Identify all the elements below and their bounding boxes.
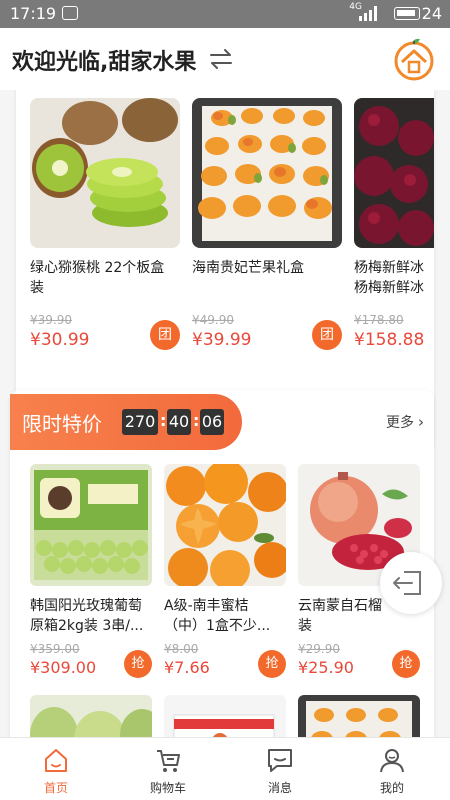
product-name-line1: A级-南丰蜜桔 xyxy=(164,598,249,614)
original-price: ¥359.00 xyxy=(30,642,80,656)
exit-icon xyxy=(393,571,421,595)
tab-messages[interactable]: 消息 xyxy=(224,738,336,800)
product-name-line1: 韩国阳光玫瑰葡萄 xyxy=(30,598,142,614)
signal-icon xyxy=(359,6,377,21)
grab-button[interactable]: 抢 xyxy=(124,650,152,678)
switch-store-icon[interactable] xyxy=(208,46,234,72)
grab-button[interactable]: 抢 xyxy=(258,650,286,678)
tab-label: 购物车 xyxy=(149,781,186,795)
sale-price: ¥309.00 xyxy=(30,658,97,677)
sale-price: ¥158.88 xyxy=(354,330,425,350)
tab-profile[interactable]: 我的 xyxy=(336,738,448,800)
product-image[interactable] xyxy=(30,98,180,248)
floating-exit-button[interactable] xyxy=(380,552,442,614)
group-buy-product[interactable]: 海南贵妃芒果礼盒 ¥49.90 ¥39.99 团 xyxy=(192,98,342,350)
store-logo-icon[interactable] xyxy=(390,34,438,82)
product-image[interactable] xyxy=(298,695,420,737)
sale-price: ¥25.90 xyxy=(298,658,354,677)
product-image[interactable] xyxy=(164,695,286,737)
product-name-line2: （中）1盒不少... xyxy=(164,618,271,634)
sale-price: ¥7.66 xyxy=(164,658,210,677)
tab-label: 我的 xyxy=(379,781,404,795)
more-label: 更多 xyxy=(386,415,414,431)
group-buy-button[interactable]: 团 xyxy=(150,320,180,350)
product-image[interactable] xyxy=(164,464,286,586)
battery-percent: 24 xyxy=(421,4,442,23)
original-price: ¥49.90 xyxy=(192,313,234,327)
home-content[interactable]: 绿心猕猴桃 22个板盒 装 ¥39.90 ¥30.99 团 海南贵妃芒果礼盒 ¥… xyxy=(0,90,450,737)
app-header: 欢迎光临,甜家水果 xyxy=(0,28,450,90)
flash-sale-product[interactable]: 韩国阳光玫瑰葡萄 原箱2kg装 3串/... ¥359.00 ¥309.00 抢 xyxy=(30,464,152,678)
product-name-line1: 杨梅新鲜冰 xyxy=(354,260,424,276)
grab-button[interactable]: 抢 xyxy=(392,650,420,678)
flash-sale-title: 限时特价 xyxy=(22,412,102,436)
page-title: 欢迎光临,甜家水果 xyxy=(12,50,197,75)
product-name-line1: 海南贵妃芒果礼盒 xyxy=(192,260,304,276)
original-price: ¥178.80 xyxy=(354,313,404,327)
product-name[interactable]: 杨梅新鲜冰 杨梅新鲜冰 xyxy=(354,258,434,298)
bottom-tab-bar: 首页 购物车 消息 我的 xyxy=(0,737,450,800)
product-name[interactable]: 海南贵妃芒果礼盒 xyxy=(192,258,342,298)
flash-sale-header: 限时特价 270 : 40 : 06 xyxy=(10,394,242,450)
countdown-minutes: 40 xyxy=(167,409,191,435)
product-name-line2: 杨梅新鲜冰 xyxy=(354,280,424,296)
more-link[interactable]: 更多 › xyxy=(386,412,424,432)
product-image[interactable] xyxy=(30,464,152,586)
sale-price: ¥30.99 xyxy=(30,330,90,350)
product-name[interactable]: 绿心猕猴桃 22个板盒 装 xyxy=(30,258,180,298)
cart-icon xyxy=(157,750,180,772)
weibo-notification-icon xyxy=(62,6,78,20)
original-price: ¥39.90 xyxy=(30,313,72,327)
product-name[interactable]: A级-南丰蜜桔 （中）1盒不少... xyxy=(164,596,286,636)
product-image[interactable] xyxy=(354,98,434,248)
product-name-line2: 装 xyxy=(30,280,44,296)
countdown-hours: 270 xyxy=(122,409,158,435)
product-name-line1: 绿心猕猴桃 22个板盒 xyxy=(30,260,165,276)
chevron-right-icon: › xyxy=(418,413,424,431)
product-name-line2: 原箱2kg装 3串/... xyxy=(30,618,144,634)
original-price: ¥8.00 xyxy=(164,642,199,656)
product-name[interactable]: 韩国阳光玫瑰葡萄 原箱2kg装 3串/... xyxy=(30,596,152,636)
status-time: 17:19 xyxy=(10,4,57,23)
tab-cart[interactable]: 购物车 xyxy=(112,738,224,800)
countdown-seconds: 06 xyxy=(200,409,224,435)
product-image[interactable] xyxy=(30,695,152,737)
home-icon xyxy=(45,749,67,772)
tab-label: 首页 xyxy=(43,781,68,795)
battery-icon xyxy=(394,7,420,20)
group-buy-product[interactable]: 绿心猕猴桃 22个板盒 装 ¥39.90 ¥30.99 团 xyxy=(30,98,180,350)
message-icon xyxy=(268,749,292,772)
flash-sale-section: 限时特价 270 : 40 : 06 更多 › 韩国阳光玫瑰葡萄 原箱2kg装 … xyxy=(10,390,434,737)
group-buy-product[interactable]: 杨梅新鲜冰 杨梅新鲜冰 ¥178.80 ¥158.88 xyxy=(354,98,434,350)
user-icon xyxy=(380,749,404,773)
status-bar: 17:19 4G 24 xyxy=(0,0,450,28)
group-buy-button[interactable]: 团 xyxy=(312,320,342,350)
flash-sale-product[interactable]: A级-南丰蜜桔 （中）1盒不少... ¥8.00 ¥7.66 抢 xyxy=(164,464,286,678)
tab-home[interactable]: 首页 xyxy=(0,738,112,800)
sale-price: ¥39.99 xyxy=(192,330,252,350)
original-price: ¥29.90 xyxy=(298,642,340,656)
product-image[interactable] xyxy=(192,98,342,248)
product-name-line2: 装 xyxy=(298,618,312,634)
tab-label: 消息 xyxy=(267,781,292,795)
